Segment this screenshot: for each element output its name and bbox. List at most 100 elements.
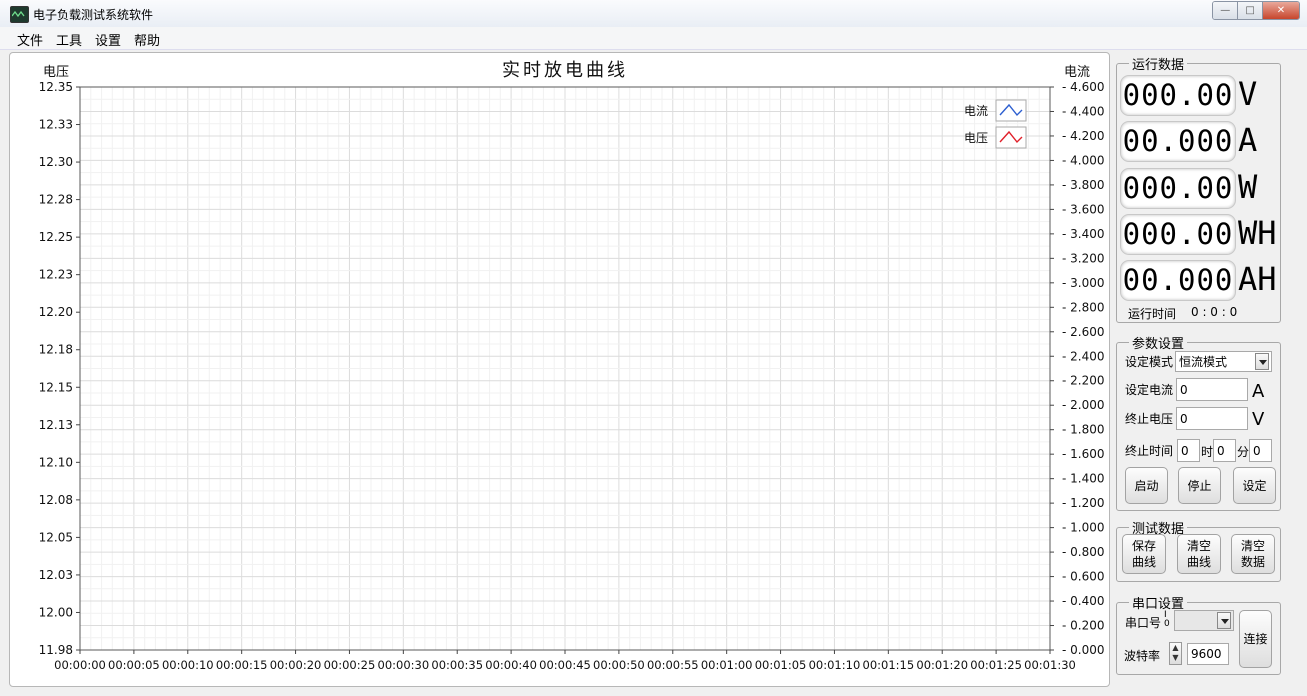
minimize-button[interactable]: — [1213, 2, 1239, 19]
mode-label: 设定模式 [1125, 355, 1174, 369]
y-right-tick-label: - 1.600 [1062, 447, 1105, 461]
legend-label: 电压 [964, 131, 988, 145]
stop-button[interactable]: 停止 [1178, 467, 1221, 504]
x-tick-label: 00:01:15 [863, 658, 915, 672]
y-right-tick-label: - 4.600 [1062, 80, 1105, 94]
current-readout: 00.000 [1120, 121, 1236, 162]
menu-file[interactable]: 文件 [17, 30, 43, 49]
y-left-tick-label: 12.33 [39, 118, 73, 132]
y-left-tick-label: 12.05 [39, 530, 73, 544]
set-current-label: 设定电流 [1125, 383, 1174, 397]
capacity-readout: 00.000 [1120, 260, 1236, 301]
power-unit: W [1238, 168, 1258, 206]
y-left-tick-label: 12.00 [39, 605, 73, 619]
clear-data-button[interactable]: 清空 数据 [1231, 534, 1275, 574]
window-controls: — □ ✕ [1212, 1, 1300, 20]
y-right-tick-label: - 2.400 [1062, 349, 1105, 363]
end-voltage-label: 终止电压 [1125, 412, 1174, 426]
end-time-seconds-input[interactable]: 0 [1249, 439, 1272, 462]
app-icon [10, 6, 29, 23]
x-tick-label: 00:01:30 [1024, 658, 1076, 672]
y-right-tick-label: - 0.800 [1062, 545, 1105, 559]
menu-help[interactable]: 帮助 [134, 30, 160, 49]
menu-tools[interactable]: 工具 [56, 30, 82, 49]
x-tick-label: 00:01:20 [916, 658, 968, 672]
x-tick-label: 00:00:55 [647, 658, 699, 672]
close-button[interactable]: ✕ [1262, 2, 1299, 19]
y-left-tick-label: 12.25 [39, 230, 73, 244]
y-right-tick-label: - 4.200 [1062, 129, 1105, 143]
connect-button[interactable]: 连接 [1239, 610, 1272, 668]
y-left-tick-label: 12.10 [39, 455, 73, 469]
baud-spinner[interactable]: ▲ ▼ [1169, 642, 1182, 665]
end-voltage-unit: V [1252, 409, 1265, 430]
y-left-tick-label: 12.15 [39, 380, 73, 394]
set-current-input[interactable]: 0 [1176, 378, 1248, 401]
y-right-tick-label: - 2.800 [1062, 300, 1105, 314]
capacity-unit: AH [1238, 260, 1277, 298]
x-tick-label: 00:00:40 [485, 658, 537, 672]
hours-unit: 时 [1201, 445, 1214, 459]
y-right-tick-label: - 2.000 [1062, 398, 1105, 412]
start-button[interactable]: 启动 [1125, 467, 1168, 504]
y-right-tick-label: - 3.600 [1062, 202, 1105, 216]
chart-panel: 实时放电曲线 电压 电流 12.35 12.33 12.30 12.28 12.25 12.23… [9, 52, 1110, 687]
voltage-readout: 000.00 [1120, 75, 1236, 116]
y-right-tick-label: - 1.400 [1062, 472, 1105, 486]
y-right-tick-label: - 1.000 [1062, 521, 1105, 535]
y-right-tick-label: - 1.800 [1062, 423, 1105, 437]
y-right-tick-label: - 4.000 [1062, 153, 1105, 167]
y-right-tick-label: - 3.400 [1062, 227, 1105, 241]
y-right-tick-label: - 3.200 [1062, 251, 1105, 265]
set-current-unit: A [1252, 381, 1265, 402]
y-left-tick-label: 12.30 [39, 155, 73, 169]
running-data-legend: 运行数据 [1132, 58, 1185, 73]
y-left-tick-label: 12.23 [39, 268, 73, 282]
y-right-tick-label: - 0.400 [1062, 594, 1105, 608]
x-tick-label: 00:00:35 [431, 658, 483, 672]
chevron-down-icon[interactable] [1255, 353, 1269, 370]
port-select[interactable] [1174, 610, 1234, 631]
chevron-down-icon[interactable] [1217, 612, 1231, 629]
x-tick-label: 00:00:20 [270, 658, 322, 672]
save-curve-button[interactable]: 保存 曲线 [1122, 534, 1166, 574]
x-tick-label: 00:00:10 [162, 658, 214, 672]
baud-label: 波特率 [1124, 649, 1161, 663]
end-time-label: 终止时间 [1125, 444, 1174, 458]
end-time-hours-input[interactable]: 0 [1177, 439, 1200, 462]
x-tick-label: 00:01:25 [970, 658, 1022, 672]
y-right-tick-label: - 3.800 [1062, 178, 1105, 192]
baud-input[interactable]: 9600 [1187, 643, 1229, 665]
chart-title: 实时放电曲线 [502, 60, 628, 81]
set-button[interactable]: 设定 [1233, 467, 1276, 504]
menu-settings[interactable]: 设置 [95, 30, 121, 49]
mode-select[interactable]: 恒流模式 [1175, 351, 1272, 372]
runtime-label: 运行时间 [1128, 307, 1177, 321]
y-right-tick-label: - 3.000 [1062, 276, 1105, 290]
y-left-tick-label: 12.28 [39, 193, 73, 207]
y-right-tick-label: - 0.600 [1062, 570, 1105, 584]
x-tick-label: 00:00:25 [324, 658, 376, 672]
end-time-minutes-input[interactable]: 0 [1213, 439, 1236, 462]
y-axis-right-title: 电流 [1064, 65, 1090, 80]
port-io-icon: I0 [1164, 610, 1170, 629]
y-right-tick-label: - 2.600 [1062, 325, 1105, 339]
y-right-tick-label: - 0.000 [1062, 643, 1105, 657]
maximize-button[interactable]: □ [1238, 2, 1263, 19]
y-left-tick-label: 12.08 [39, 493, 73, 507]
mode-select-value: 恒流模式 [1179, 355, 1228, 369]
y-left-tick-label: 12.20 [39, 305, 73, 319]
y-axis-left-title: 电压 [43, 65, 69, 80]
legend-label: 电流 [964, 104, 988, 118]
end-voltage-input[interactable]: 0 [1176, 407, 1248, 430]
port-label: 串口号 [1125, 616, 1162, 630]
x-tick-label: 00:00:05 [108, 658, 160, 672]
runtime-value: 0 : 0 : 0 [1191, 305, 1238, 319]
power-readout: 000.00 [1120, 168, 1236, 209]
x-tick-label: 00:00:15 [216, 658, 268, 672]
voltage-unit: V [1238, 75, 1258, 113]
x-tick-label: 00:00:45 [539, 658, 591, 672]
clear-curve-button[interactable]: 清空 曲线 [1177, 534, 1221, 574]
y-right-tick-label: - 1.200 [1062, 496, 1105, 510]
current-unit: A [1238, 121, 1258, 159]
